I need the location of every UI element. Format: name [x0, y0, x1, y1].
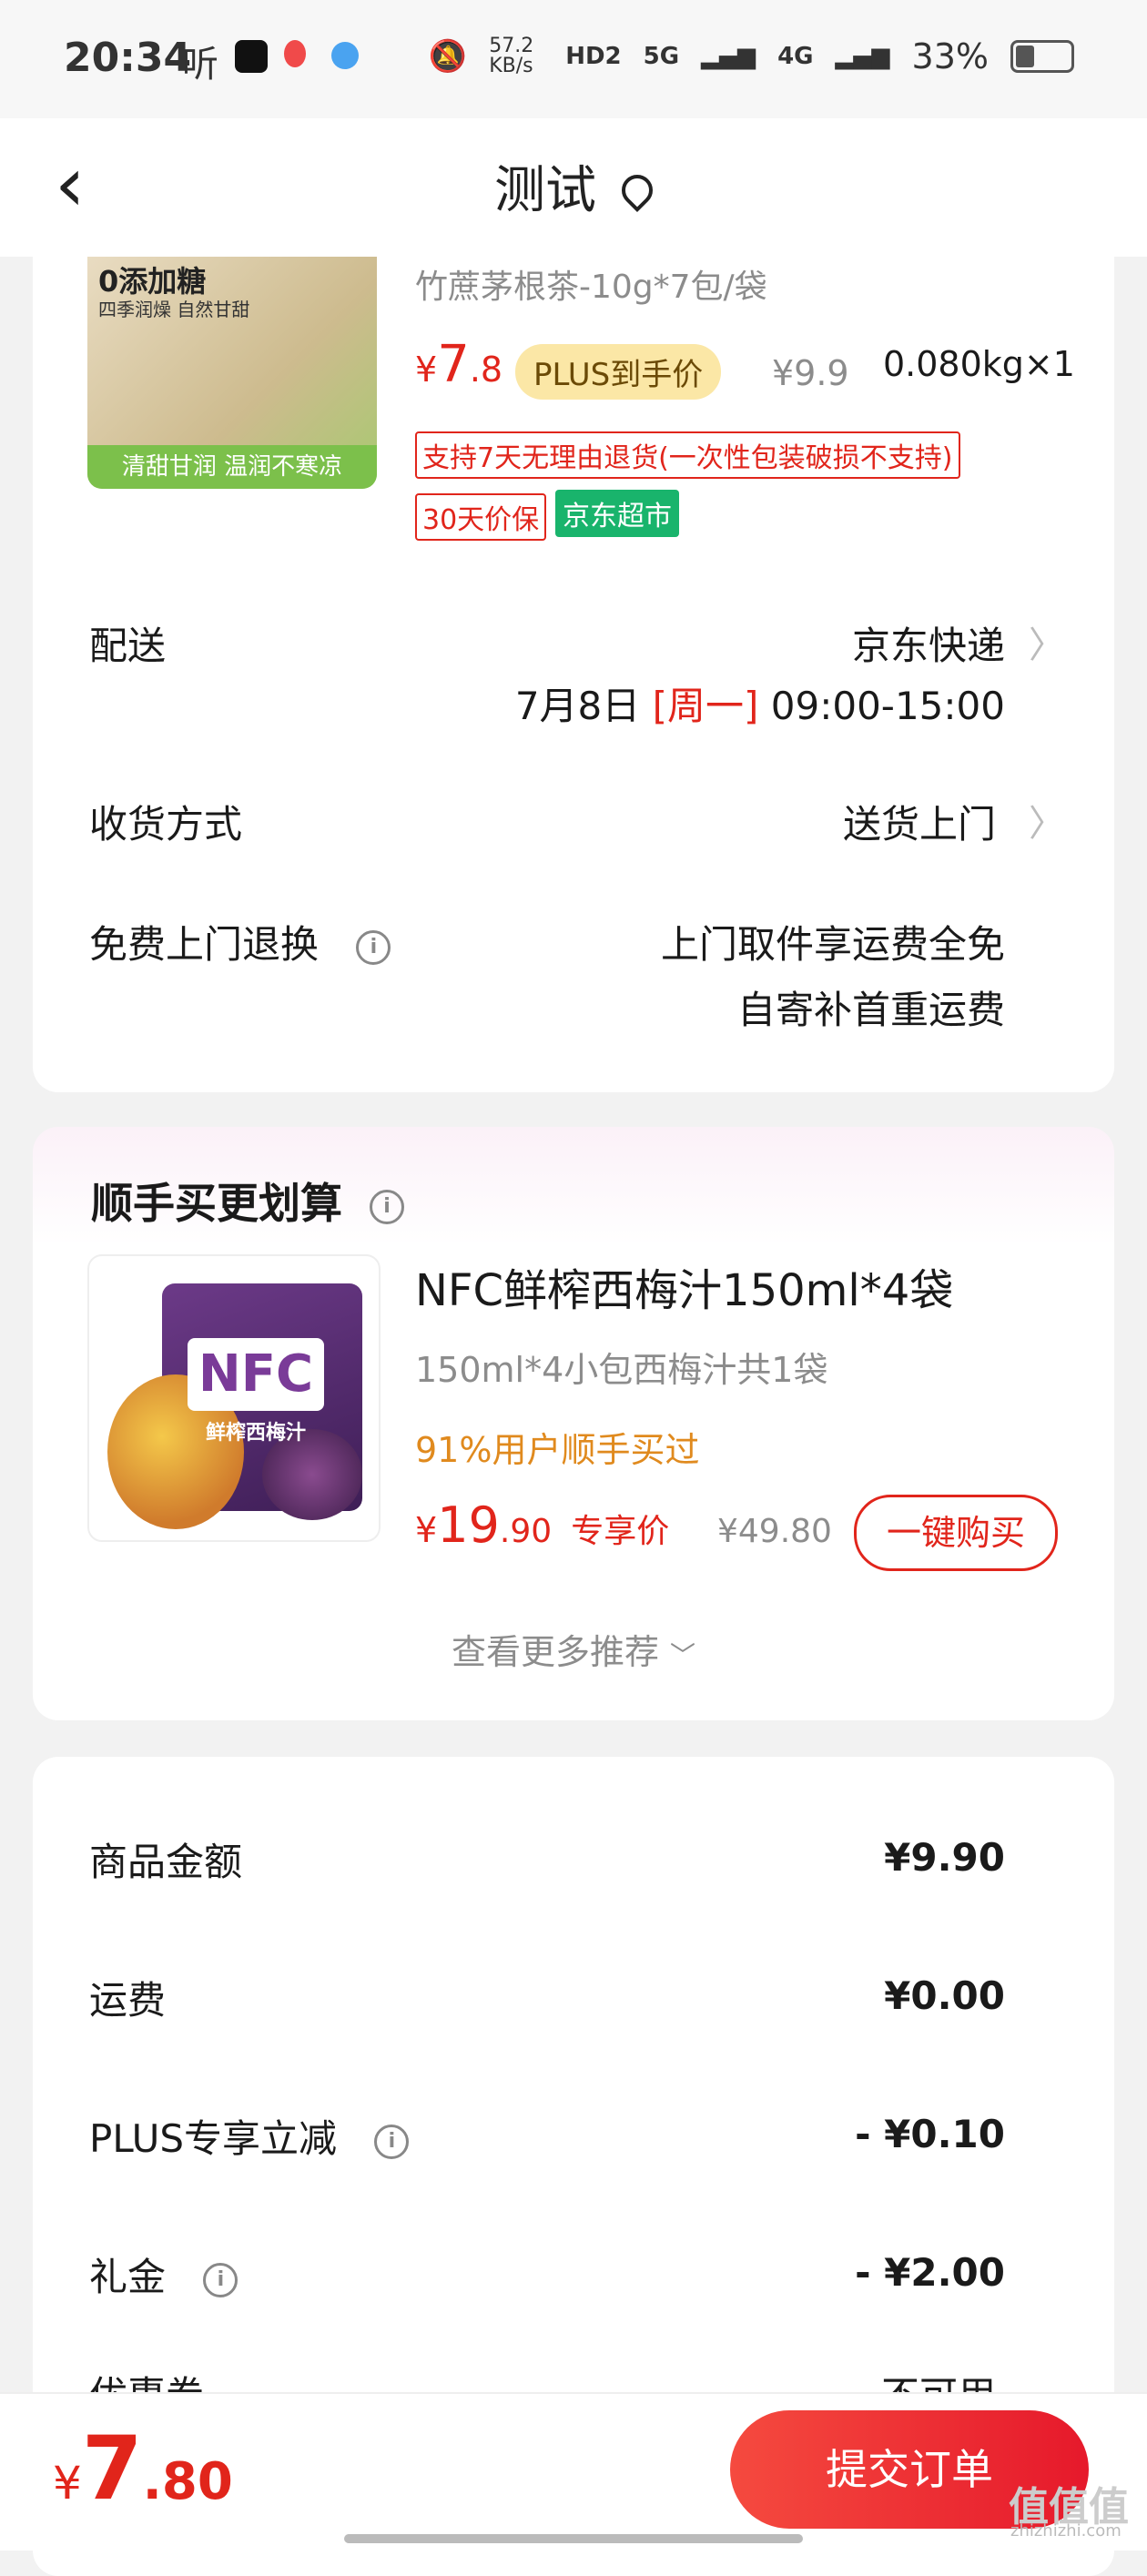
- signal-icon: ▂▄▆: [835, 43, 890, 70]
- info-icon[interactable]: i: [356, 929, 391, 965]
- map-pin-icon: [284, 40, 306, 67]
- page-title: 测试: [0, 149, 1147, 223]
- chevron-right-icon[interactable]: 〉: [1029, 615, 1065, 668]
- store-tag: 京东超市: [555, 490, 679, 537]
- nav-bar: ‹ 测试: [0, 118, 1147, 257]
- page-title-text: 测试: [494, 161, 596, 220]
- see-more-text: 查看更多推荐: [451, 1632, 659, 1672]
- free-return-label: 免费上门退换 i: [89, 914, 391, 969]
- delivery-label: 配送: [89, 624, 167, 668]
- product-spec: 竹蔗茅根茶-10g*7包/袋: [415, 269, 767, 306]
- delivery-window: 09:00-15:00: [770, 684, 1005, 728]
- addon-product-name[interactable]: NFC鲜榨西梅汁150ml*4袋: [415, 1254, 953, 1318]
- plus-discount-text: PLUS专享立减: [89, 2116, 338, 2161]
- receive-method-value[interactable]: 送货上门: [843, 794, 996, 849]
- addon-title-text: 顺手买更划算: [91, 1179, 342, 1228]
- summary-value-gift: - ¥2.00: [855, 2250, 1005, 2295]
- free-return-text: 免费上门退换: [89, 922, 320, 967]
- addon-product-image[interactable]: NFC 鲜榨西梅汁: [87, 1254, 381, 1542]
- home-indicator[interactable]: [344, 2534, 803, 2543]
- addon-title: 顺手买更划算 i: [91, 1171, 405, 1231]
- price-integer: 19: [437, 1496, 500, 1554]
- receive-method-label: 收货方式: [89, 802, 243, 847]
- product-image[interactable]: 0添加糖 四季润燥 自然甘甜 清甜甘润 温润不寒凉: [87, 257, 377, 489]
- status-right: 🔕 57.2 KB/s HD2 5G ▂▄▆ 4G ▂▄▆ 33%: [429, 36, 1074, 76]
- product-price: ¥7.8: [415, 335, 502, 394]
- location-icon[interactable]: [614, 167, 660, 212]
- price-protect-tag: 30天价保: [415, 493, 547, 541]
- status-time: 20:34: [64, 35, 192, 81]
- price-symbol: ¥: [53, 2457, 82, 2510]
- chevron-down-icon: ﹀: [670, 1640, 696, 1670]
- app-icon: [331, 42, 359, 69]
- battery-percent: 33%: [911, 36, 989, 76]
- summary-label-goods: 商品金额: [89, 1840, 243, 1884]
- price-symbol: ¥: [415, 1510, 438, 1550]
- delivery-date: 7月8日: [514, 684, 641, 728]
- hd-badge: HD2: [565, 43, 622, 70]
- nfc-sublabel: 鲜榨西梅汁: [205, 1422, 306, 1445]
- addon-product-spec: 150ml*4小包西梅汁共1袋: [415, 1350, 828, 1390]
- mute-bell-icon: 🔕: [428, 38, 468, 75]
- total-price: ¥7.80: [53, 2418, 233, 2520]
- price-symbol: ¥: [415, 350, 438, 390]
- delivery-courier[interactable]: 京东快递: [852, 615, 1005, 671]
- addon-social-proof: 91%用户顺手买过: [415, 1430, 700, 1470]
- signal-5g: 5G: [643, 43, 680, 70]
- delivery-weekday: [周一]: [652, 684, 759, 728]
- signal-icon: ▂▄▆: [701, 43, 756, 70]
- net-speed: 57.2 KB/s: [489, 35, 534, 77]
- summary-value-shipping: ¥0.00: [884, 1973, 1005, 2018]
- battery-icon: [1010, 40, 1074, 73]
- return-policy-tag: 支持7天无理由退货(一次性包装破损不支持): [415, 431, 960, 479]
- summary-label-plus: PLUS专享立减 i: [89, 2108, 410, 2164]
- free-return-line2: 自寄补首重运费: [736, 988, 1005, 1032]
- info-icon[interactable]: i: [374, 2124, 410, 2159]
- summary-label-gift: 礼金 i: [89, 2246, 239, 2302]
- price-integer: 7: [437, 335, 470, 394]
- price-integer: 7: [81, 2418, 143, 2520]
- free-return-line1: 上门取件享运费全免: [660, 922, 1005, 967]
- info-icon[interactable]: i: [203, 2262, 239, 2297]
- summary-label-shipping: 运费: [89, 1978, 167, 2023]
- plus-price-badge: PLUS到手价: [515, 344, 722, 400]
- exclusive-price-label: 专享价: [571, 1513, 670, 1550]
- tiktok-icon: [235, 40, 268, 73]
- watermark-url: zhizhizhi.com: [1010, 2521, 1122, 2541]
- one-click-buy-button[interactable]: 一键购买: [854, 1495, 1058, 1571]
- price-decimal: .90: [499, 1513, 553, 1550]
- addon-original-price: ¥49.80: [717, 1513, 832, 1550]
- price-decimal: .8: [469, 350, 503, 390]
- original-price: ¥9.9: [772, 353, 849, 393]
- see-more-recommend[interactable]: 查看更多推荐 ﹀: [0, 1624, 1147, 1674]
- product-image-subtitle: 四季润燥 自然甘甜: [98, 299, 250, 320]
- chevron-right-icon[interactable]: 〉: [1029, 794, 1065, 847]
- addon-price: ¥19.90 专享价: [415, 1496, 669, 1554]
- price-decimal: .80: [142, 2452, 233, 2511]
- info-icon[interactable]: i: [370, 1189, 405, 1224]
- signal-4g: 4G: [777, 43, 814, 70]
- summary-value-goods: ¥9.90: [884, 1835, 1005, 1880]
- weight-quantity: 0.080kg×1: [883, 344, 1075, 384]
- nfc-label: NFC: [188, 1338, 324, 1411]
- product-image-banner: 清甜甘润 温润不寒凉: [87, 445, 377, 489]
- summary-value-plus: - ¥0.10: [855, 2112, 1005, 2156]
- status-bar: 20:34 听 🔕 57.2 KB/s HD2 5G ▂▄▆ 4G ▂▄▆ 33…: [0, 0, 1147, 118]
- gift-text: 礼金: [89, 2255, 167, 2299]
- delivery-time[interactable]: 7月8日 [周一] 09:00-15:00: [515, 675, 1005, 731]
- listen-icon: 听: [182, 44, 218, 86]
